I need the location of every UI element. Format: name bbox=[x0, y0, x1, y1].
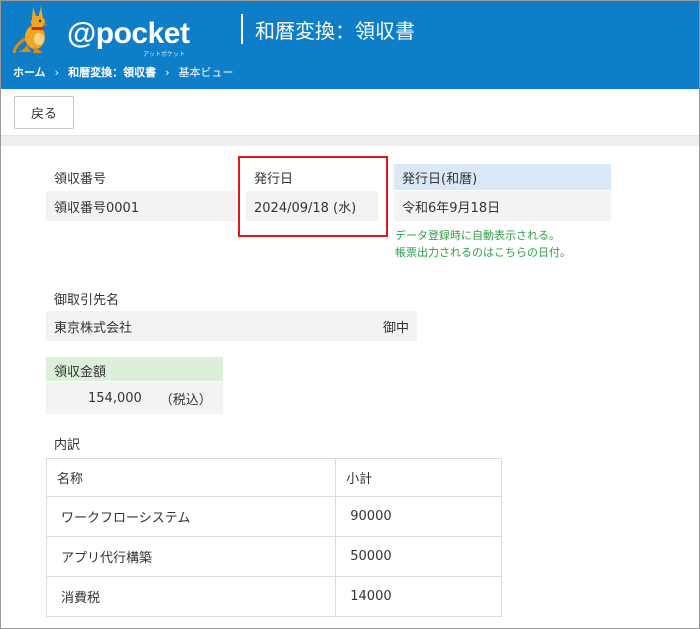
breadcrumb-separator: › bbox=[54, 65, 60, 79]
issue-date-wareki-label: 発行日(和暦) bbox=[394, 164, 611, 190]
toolbar: 戻る bbox=[1, 89, 699, 136]
issue-date-value: 2024/09/18 (水) bbox=[246, 191, 378, 221]
breakdown-label: 内訳 bbox=[54, 438, 81, 453]
page-title: 和暦変換：領収書 bbox=[255, 19, 415, 43]
breadcrumb-separator: › bbox=[165, 65, 170, 79]
client-label: 御取引先名 bbox=[54, 293, 120, 308]
client-value: 東京株式会社 御中 bbox=[46, 311, 417, 341]
breadcrumb-home[interactable]: ホーム bbox=[13, 64, 46, 80]
app-logo[interactable]: @pocket アットポケット bbox=[11, 5, 190, 58]
table-row: ワークフローシステム 90000 bbox=[45, 496, 502, 537]
header-divider bbox=[241, 14, 243, 44]
amount-label: 領収金額 bbox=[46, 357, 223, 381]
item-name: ワークフローシステム bbox=[45, 496, 337, 537]
item-subtotal: 14000 bbox=[335, 576, 502, 617]
output-date-note: 帳票出力されるのはこちらの日付。 bbox=[395, 246, 571, 259]
client-honorific: 御中 bbox=[382, 320, 409, 336]
amount-value-field: 154,000 （税込） bbox=[46, 382, 223, 414]
table-header-row: 名称 小計 bbox=[45, 458, 502, 497]
receipt-no-value: 領収番号0001 bbox=[46, 191, 236, 221]
breadcrumb-app[interactable]: 和暦変換：領収書 bbox=[68, 64, 156, 80]
issue-date-wareki-value: 令和6年9月18日 bbox=[394, 191, 611, 221]
receipt-no-label: 領収番号 bbox=[54, 172, 107, 187]
tax-included-note: （税込） bbox=[159, 392, 212, 408]
item-subtotal: 90000 bbox=[335, 496, 502, 537]
item-subtotal: 50000 bbox=[335, 536, 502, 577]
table-row: アプリ代行構築 50000 bbox=[45, 536, 502, 577]
kangaroo-logo-icon bbox=[13, 6, 48, 54]
auto-display-note: データ登録時に自動表示される。 bbox=[395, 229, 560, 242]
app-header: @pocket アットポケット 和暦変換：領収書 ホーム › 和暦変換：領収書 … bbox=[1, 1, 699, 89]
issue-date-label: 発行日 bbox=[254, 172, 294, 187]
item-name: アプリ代行構築 bbox=[45, 536, 337, 577]
breadcrumb-view: 基本ビュー bbox=[178, 66, 234, 79]
breadcrumb: ホーム › 和暦変換：領収書 › 基本ビュー bbox=[13, 64, 233, 80]
back-button[interactable]: 戻る bbox=[14, 96, 74, 129]
breakdown-table: 名称 小計 ワークフローシステム 90000 アプリ代行構築 50000 消費税… bbox=[45, 458, 502, 617]
column-header-subtotal: 小計 bbox=[335, 458, 502, 497]
item-name: 消費税 bbox=[45, 576, 337, 617]
amount-value: 154,000 bbox=[88, 390, 142, 406]
table-row: 消費税 14000 bbox=[45, 576, 502, 617]
client-name: 東京株式会社 bbox=[54, 320, 133, 336]
logo-wordmark: @pocket bbox=[67, 17, 190, 50]
content-separator bbox=[1, 136, 699, 146]
logo-subtitle: アットポケット bbox=[143, 51, 186, 58]
column-header-name: 名称 bbox=[45, 458, 337, 497]
